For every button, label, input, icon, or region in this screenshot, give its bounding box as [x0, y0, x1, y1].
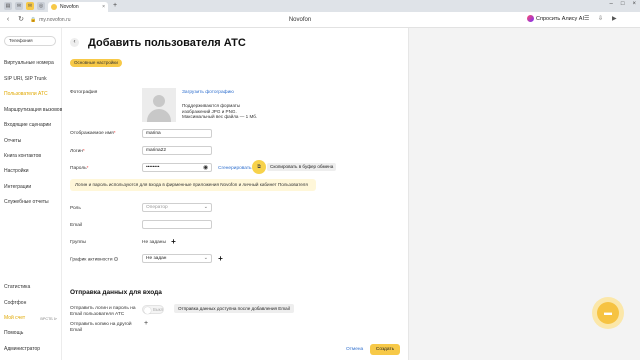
- account-tag: ВРСТБ ⊳: [40, 317, 57, 321]
- sidebar-item-pbx-users[interactable]: Пользователи АТС: [4, 91, 48, 97]
- display-name-input[interactable]: marina: [142, 129, 212, 138]
- close-tab-icon[interactable]: ×: [102, 4, 105, 10]
- photo-label: Фотография: [70, 90, 98, 95]
- sidebar-item-reports[interactable]: Отчеты: [4, 138, 21, 144]
- add-email-copy-button[interactable]: +: [144, 320, 148, 327]
- media-icon[interactable]: ▶: [612, 15, 617, 22]
- alice-icon: [527, 15, 534, 22]
- sidebar-item-admin[interactable]: Администратор: [4, 346, 40, 352]
- sidebar: Телефония Виртуальные номера SIP URI, SI…: [0, 28, 62, 360]
- photo-hint: Поддерживаются форматы изображений JPG и…: [182, 103, 258, 120]
- url-field[interactable]: 🔒 my.novofon.ru: [30, 17, 180, 23]
- password-label: Пароль*: [70, 166, 89, 171]
- password-input[interactable]: ••••••••: [142, 163, 212, 172]
- send-email-label: Отправить логин и пароль на Email пользо…: [70, 306, 136, 317]
- email-label: Email: [70, 223, 82, 228]
- back-icon[interactable]: ‹: [4, 16, 12, 24]
- upload-photo-link[interactable]: Загрузить фотографию: [182, 90, 234, 95]
- section-selector[interactable]: Телефония: [4, 36, 56, 46]
- ask-ai-button[interactable]: Спросить Алису AI: [527, 15, 584, 22]
- sidebar-item-softphone[interactable]: Софтфон: [4, 300, 26, 306]
- back-button[interactable]: ‹: [70, 38, 79, 47]
- lock-icon: 🔒: [30, 16, 37, 23]
- active-tab[interactable]: Novofon ×: [48, 2, 108, 12]
- groups-label: Группы: [70, 240, 86, 245]
- email-input[interactable]: [142, 220, 212, 229]
- send-copy-label: Отправить копию на другой Email: [70, 322, 132, 333]
- page-title: Добавить пользователя АТС: [88, 37, 246, 49]
- login-input[interactable]: marina22: [142, 146, 212, 155]
- novofon-favicon-icon: [51, 4, 57, 10]
- tab-icon[interactable]: ▤: [4, 2, 12, 10]
- minimize-icon[interactable]: –: [610, 1, 613, 7]
- sidebar-item-sip[interactable]: SIP URI, SIP Trunk: [4, 76, 47, 82]
- chevron-down-icon: ⌄: [203, 255, 208, 261]
- schedule-select[interactable]: Не задан ⌄: [142, 254, 212, 263]
- sidebar-item-integrations[interactable]: Интеграции: [4, 184, 31, 190]
- schedule-label: График активности: [70, 257, 118, 262]
- send-data-section-title: Отправка данных для входа: [70, 289, 162, 296]
- sidebar-item-account[interactable]: Мой счет: [4, 315, 25, 321]
- role-label: Роль: [70, 206, 81, 211]
- close-window-icon[interactable]: ×: [632, 1, 636, 7]
- avatar-head-icon: [153, 95, 165, 107]
- login-label: Логин*: [70, 149, 85, 154]
- generate-password-link[interactable]: Сгенерировать: [218, 166, 252, 171]
- sidebar-item-contacts[interactable]: Книга контактов: [4, 153, 41, 159]
- downloads-icon[interactable]: ⇩: [598, 15, 603, 22]
- bookmarks-icon[interactable]: ☰: [584, 15, 589, 22]
- tab-icon[interactable]: ✉: [15, 2, 23, 10]
- sidebar-item-virtual-numbers[interactable]: Виртуальные номера: [4, 60, 54, 66]
- create-button[interactable]: Создать: [370, 344, 400, 355]
- main-content: ‹ Добавить пользователя АТС Основные нас…: [62, 28, 408, 360]
- sidebar-item-service-reports[interactable]: Служебные отчеты: [4, 199, 49, 205]
- tab-basic-settings[interactable]: Основные настройки: [70, 59, 122, 67]
- browser-tab-bar: ▤ ✉ ✉ ◎ Novofon × + – □ ×: [0, 0, 640, 12]
- window-controls: – □ ×: [610, 1, 636, 7]
- avatar-placeholder[interactable]: [142, 88, 176, 122]
- chat-icon: ▬: [597, 302, 619, 324]
- sidebar-item-routing[interactable]: Маршрутизация вызовов: [4, 107, 62, 113]
- tab-icon[interactable]: ✉: [26, 2, 34, 10]
- address-bar: ‹ ↻ 🔒 my.novofon.ru Novofon Спросить Али…: [0, 12, 640, 28]
- maximize-icon[interactable]: □: [621, 1, 625, 7]
- copy-icon[interactable]: ⧉: [252, 160, 266, 174]
- send-tooltip: Отправка данных доступна после добавлени…: [174, 304, 294, 313]
- add-group-button[interactable]: +: [169, 237, 178, 246]
- avatar-body-icon: [147, 109, 171, 122]
- tab-title: Novofon: [60, 4, 79, 10]
- role-select[interactable]: Оператор ⌄: [142, 203, 212, 212]
- sidebar-item-statistics[interactable]: Статистика: [4, 284, 30, 290]
- chat-button[interactable]: ▬: [592, 297, 624, 329]
- display-name-label: Отображаемое имя*: [70, 131, 116, 136]
- reload-icon[interactable]: ↻: [17, 16, 25, 24]
- cancel-button[interactable]: Отмена: [346, 347, 363, 352]
- info-icon: [113, 257, 118, 261]
- sidebar-item-settings[interactable]: Настройки: [4, 168, 29, 174]
- new-tab-button[interactable]: +: [111, 2, 119, 10]
- chevron-down-icon: ⌄: [203, 204, 208, 210]
- groups-value: Не заданы: [142, 240, 166, 245]
- copy-tooltip: Скопировать в буфер обмена: [267, 163, 337, 171]
- login-info-note: Логин и пароль используются для входа в …: [70, 179, 316, 191]
- sidebar-item-help[interactable]: Помощь: [4, 330, 23, 336]
- add-schedule-button[interactable]: +: [216, 254, 225, 263]
- toggle-knob: [144, 306, 151, 314]
- toggle-state-label: Выкл: [153, 307, 164, 312]
- browser-page-title: Novofon: [288, 16, 312, 23]
- show-password-icon[interactable]: ◉: [203, 164, 208, 171]
- tab-icon[interactable]: ◎: [37, 2, 45, 10]
- sidebar-item-incoming[interactable]: Входящие сценарии: [4, 122, 51, 128]
